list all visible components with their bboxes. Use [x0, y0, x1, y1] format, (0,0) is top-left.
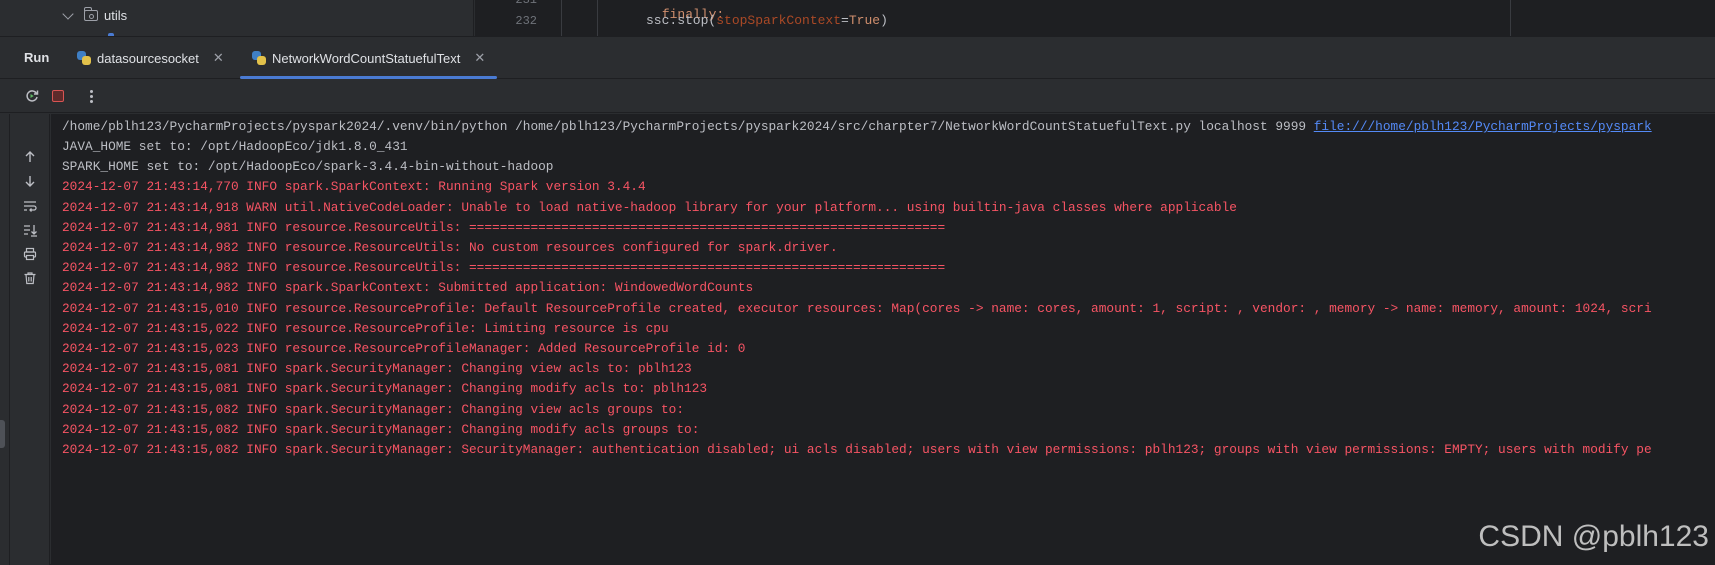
python-icon — [77, 51, 91, 65]
code-param-name: stopSparkContext — [716, 13, 842, 28]
code-text: ) — [880, 13, 888, 28]
scroll-up-icon[interactable] — [21, 148, 39, 166]
run-toolbar — [0, 79, 1715, 113]
console-actions-rail — [10, 114, 50, 565]
log-line-stderr: 2024-12-07 21:43:15,022 INFO resource.Re… — [62, 320, 669, 336]
log-line: JAVA_HOME set to: /opt/HadoopEco/jdk1.8.… — [62, 139, 408, 154]
log-line-stderr: 2024-12-07 21:43:15,082 INFO spark.Secur… — [62, 421, 700, 437]
clear-all-icon[interactable] — [21, 269, 39, 287]
chevron-down-icon[interactable] — [62, 7, 74, 20]
log-line-stderr: 2024-12-07 21:43:15,082 INFO spark.Secur… — [62, 442, 1652, 457]
run-tabs-bar: Run datasourcesocket ✕ NetworkWordCountS… — [0, 37, 1715, 79]
scroll-to-end-icon[interactable] — [21, 221, 39, 239]
log-line-stderr: 2024-12-07 21:43:14,918 WARN util.Native… — [62, 199, 1237, 215]
tab-label: datasourcesocket — [97, 50, 199, 66]
soft-wrap-icon[interactable] — [21, 197, 39, 215]
command-text: /home/pblh123/PycharmProjects/pyspark202… — [62, 119, 1314, 134]
tab-label: NetworkWordCountStatuefulText — [272, 50, 461, 66]
line-gutter: 231 232 — [475, 0, 547, 36]
log-line-stderr: 2024-12-07 21:43:15,081 INFO spark.Secur… — [62, 381, 708, 397]
console-command-line: /home/pblh123/PycharmProjects/pyspark202… — [62, 119, 1652, 134]
left-edge-strip — [0, 114, 10, 565]
log-line-stderr: 2024-12-07 21:43:14,982 INFO spark.Spark… — [62, 280, 754, 296]
right-margin-guide — [1510, 0, 1511, 36]
log-line-stderr: 2024-12-07 21:43:15,010 INFO resource.Re… — [62, 300, 1652, 316]
code-editor[interactable]: 231 232 finally: ssc.stop(stopSparkConte… — [475, 0, 1715, 36]
line-number: 232 — [515, 14, 537, 28]
stop-icon[interactable] — [49, 87, 67, 105]
resize-handle[interactable] — [0, 420, 5, 448]
tree-item-utils[interactable]: utils — [62, 7, 128, 23]
indent-guide — [597, 0, 598, 36]
print-icon[interactable] — [21, 245, 39, 263]
log-line-stderr: 2024-12-07 21:43:14,982 INFO resource.Re… — [62, 240, 838, 255]
project-tree: utils — [0, 0, 474, 36]
more-options-icon[interactable] — [82, 87, 100, 105]
python-icon — [252, 51, 266, 65]
log-line-stderr: 2024-12-07 21:43:14,982 INFO resource.Re… — [62, 260, 946, 276]
tab-networkwordcountstatuefultext[interactable]: NetworkWordCountStatuefulText ✕ — [240, 37, 498, 79]
script-file-link[interactable]: file:///home/pblh123/PycharmProjects/pys… — [1314, 119, 1652, 134]
code-line: ssc.stop(stopSparkContext=True) — [646, 13, 888, 28]
log-line: SPARK_HOME set to: /opt/HadoopEco/spark-… — [62, 159, 554, 175]
top-strip: utils 231 232 finally: ssc.stop(stopSpar… — [0, 0, 1715, 36]
run-tool-window: Run datasourcesocket ✕ NetworkWordCountS… — [0, 36, 1715, 565]
log-line-stderr: 2024-12-07 21:43:15,082 INFO spark.Secur… — [62, 401, 685, 417]
log-line-stderr: 2024-12-07 21:43:14,770 INFO spark.Spark… — [62, 179, 646, 195]
tab-datasourcesocket[interactable]: datasourcesocket ✕ — [77, 37, 224, 79]
scroll-down-icon[interactable] — [21, 172, 39, 190]
close-icon[interactable]: ✕ — [213, 50, 224, 66]
code-text: ssc.stop( — [646, 13, 717, 28]
indent-guide — [561, 0, 562, 36]
code-literal: True — [848, 13, 881, 28]
rerun-icon[interactable] — [23, 87, 41, 105]
log-line-stderr: 2024-12-07 21:43:14,981 INFO resource.Re… — [62, 219, 946, 235]
line-number: 231 — [515, 0, 537, 7]
watermark: CSDN @pblh123 — [1478, 520, 1709, 553]
tree-item-label: utils — [104, 8, 128, 23]
console-output[interactable]: /home/pblh123/PycharmProjects/pyspark202… — [51, 114, 1715, 565]
code-text: = — [841, 13, 849, 28]
run-panel-title: Run — [24, 50, 50, 65]
log-line-stderr: 2024-12-07 21:43:15,023 INFO resource.Re… — [62, 341, 746, 356]
log-line-stderr: 2024-12-07 21:43:15,081 INFO spark.Secur… — [62, 361, 692, 377]
package-folder-icon — [83, 7, 98, 21]
close-icon[interactable]: ✕ — [474, 50, 485, 66]
